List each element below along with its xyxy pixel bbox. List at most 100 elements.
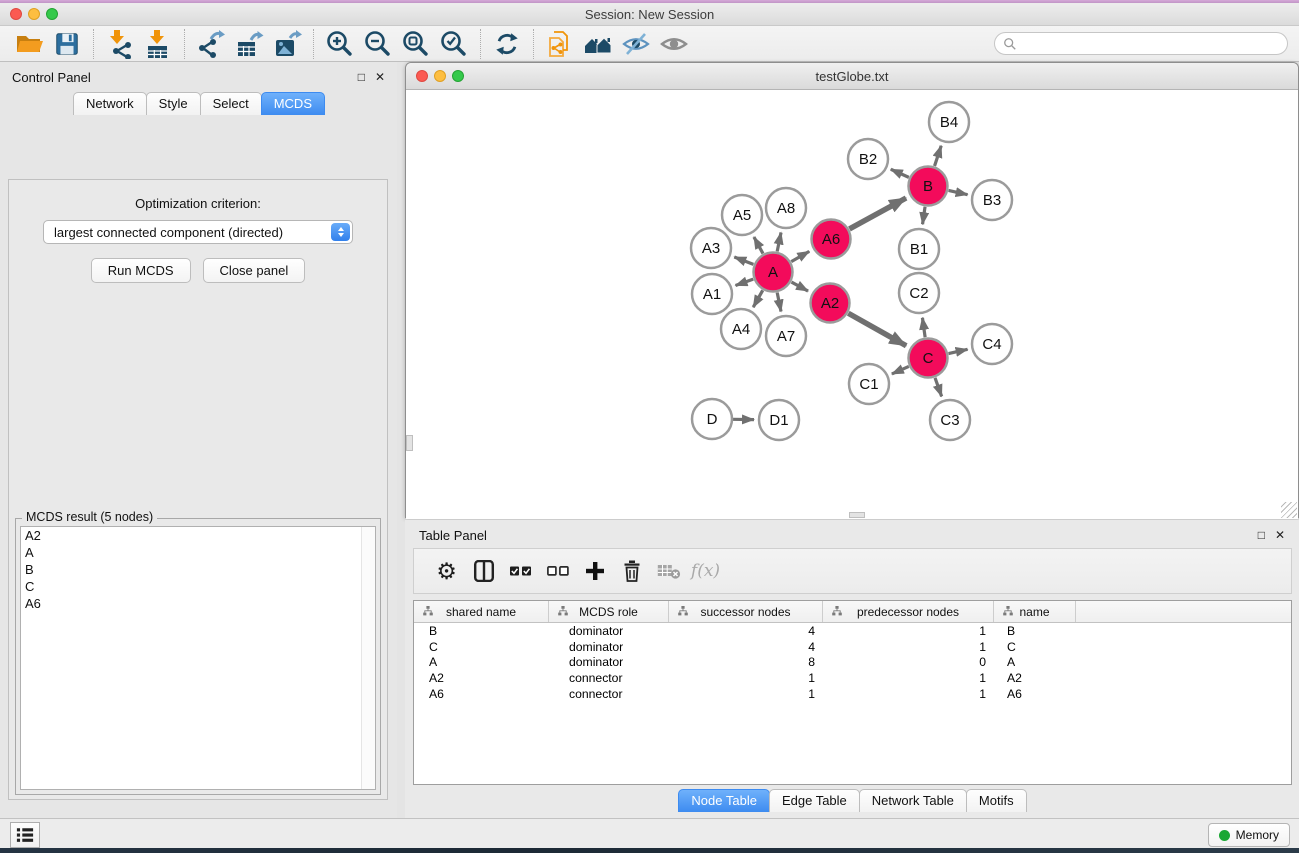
zoom-out-button[interactable] (359, 28, 397, 60)
edge-A-A8[interactable] (777, 232, 781, 251)
first-neighbors-button[interactable] (579, 28, 617, 60)
float-table-panel-icon[interactable]: □ (1258, 529, 1265, 541)
close-table-panel-icon[interactable]: ✕ (1275, 529, 1285, 541)
save-session-button[interactable] (48, 28, 86, 60)
edge-C-C1[interactable] (892, 366, 909, 373)
criterion-dropdown[interactable]: largest connected component (directed) (43, 220, 353, 244)
zoom-in-button[interactable] (321, 28, 359, 60)
close-panel-button[interactable]: Close panel (203, 258, 306, 283)
node-C[interactable]: C (909, 339, 948, 378)
deselect-all-button[interactable] (539, 553, 576, 589)
delete-table-button[interactable] (650, 553, 687, 589)
column-header-successor-nodes[interactable]: successor nodes (669, 601, 823, 622)
tab-motifs[interactable]: Motifs (966, 789, 1027, 812)
open-session-button[interactable] (10, 28, 48, 60)
mcds-result-list[interactable]: A2ABCA6 (20, 526, 376, 790)
resize-grip[interactable] (1281, 502, 1297, 518)
hide-selected-button[interactable] (617, 28, 655, 60)
export-image-button[interactable] (268, 28, 306, 60)
edge-A-A7[interactable] (777, 293, 781, 312)
tab-network[interactable]: Network (73, 92, 147, 115)
node-A5[interactable]: A5 (722, 195, 762, 235)
import-network-button[interactable] (101, 28, 139, 60)
edge-A-A2[interactable] (791, 282, 808, 291)
mcds-result-item[interactable]: A6 (21, 595, 375, 612)
tab-mcds[interactable]: MCDS (261, 92, 325, 115)
edge-A-A6[interactable] (791, 251, 809, 261)
node-A1[interactable]: A1 (692, 274, 732, 314)
table-row-B[interactable]: Bdominator41B (414, 623, 1291, 639)
new-network-from-selection-button[interactable] (541, 28, 579, 60)
edge-C-C3[interactable] (935, 378, 942, 397)
zoom-selected-button[interactable] (435, 28, 473, 60)
tab-node-table[interactable]: Node Table (678, 789, 770, 812)
edge-A-A5[interactable] (754, 237, 763, 254)
show-all-button[interactable] (655, 28, 693, 60)
column-header-predecessor-nodes[interactable]: predecessor nodes (823, 601, 994, 622)
node-B1[interactable]: B1 (899, 229, 939, 269)
node-D1[interactable]: D1 (759, 400, 799, 440)
node-A3[interactable]: A3 (691, 228, 731, 268)
node-A2[interactable]: A2 (811, 284, 850, 323)
run-mcds-button[interactable]: Run MCDS (91, 258, 191, 283)
table-row-A6[interactable]: A6connector11A6 (414, 686, 1291, 702)
edge-C-C4[interactable] (949, 349, 968, 353)
node-A8[interactable]: A8 (766, 188, 806, 228)
edge-B-B4[interactable] (935, 146, 942, 166)
tab-select[interactable]: Select (200, 92, 262, 115)
select-all-button[interactable] (502, 553, 539, 589)
zoom-fit-button[interactable] (397, 28, 435, 60)
node-C1[interactable]: C1 (849, 364, 889, 404)
horizontal-scroll-thumb[interactable] (849, 512, 865, 518)
node-C3[interactable]: C3 (930, 400, 970, 440)
edge-A-A4[interactable] (753, 290, 762, 307)
vertical-scroll-thumb[interactable] (406, 435, 413, 451)
result-scrollbar[interactable] (361, 527, 375, 789)
node-B3[interactable]: B3 (972, 180, 1012, 220)
show-column-button[interactable] (465, 553, 502, 589)
node-D[interactable]: D (692, 399, 732, 439)
tab-style[interactable]: Style (146, 92, 201, 115)
tab-network-table[interactable]: Network Table (859, 789, 967, 812)
node-A[interactable]: A (754, 253, 793, 292)
edge-A-A3[interactable] (734, 257, 753, 264)
table-settings-button[interactable]: ⚙ (428, 553, 465, 589)
edge-C-C2[interactable] (922, 318, 925, 337)
add-column-button[interactable] (576, 553, 613, 589)
memory-button[interactable]: Memory (1208, 823, 1290, 847)
export-table-button[interactable] (230, 28, 268, 60)
node-A4[interactable]: A4 (721, 309, 761, 349)
column-header-shared-name[interactable]: shared name (414, 601, 549, 622)
toolbar-search-field[interactable] (994, 32, 1288, 55)
mcds-result-item[interactable]: C (21, 578, 375, 595)
edge-B-B2[interactable] (891, 169, 909, 177)
task-history-button[interactable] (10, 822, 40, 848)
network-canvas[interactable]: B4B2BB3A8A5A6A3B1AA1C2A2A4A7C4CC1C3DD1 (406, 90, 1298, 519)
import-table-button[interactable] (139, 28, 177, 60)
export-network-button[interactable] (192, 28, 230, 60)
mcds-result-item[interactable]: B (21, 561, 375, 578)
mcds-result-item[interactable]: A2 (21, 527, 375, 544)
table-row-A2[interactable]: A2connector11A2 (414, 670, 1291, 686)
edge-A2-C[interactable] (848, 313, 906, 345)
node-B[interactable]: B (909, 167, 948, 206)
node-B2[interactable]: B2 (848, 139, 888, 179)
edge-B-B1[interactable] (923, 207, 925, 224)
close-panel-icon[interactable]: ✕ (375, 71, 385, 83)
refresh-button[interactable] (488, 28, 526, 60)
node-C2[interactable]: C2 (899, 273, 939, 313)
search-input[interactable] (1022, 36, 1287, 52)
node-A7[interactable]: A7 (766, 316, 806, 356)
column-header-MCDS-role[interactable]: MCDS role (549, 601, 669, 622)
node-C4[interactable]: C4 (972, 324, 1012, 364)
mcds-result-item[interactable]: A (21, 544, 375, 561)
tab-edge-table[interactable]: Edge Table (769, 789, 860, 812)
float-panel-icon[interactable]: □ (358, 71, 365, 83)
edge-B-B3[interactable] (949, 190, 968, 194)
node-A6[interactable]: A6 (812, 220, 851, 259)
function-builder-button[interactable]: f(x) (687, 553, 724, 589)
column-header-name[interactable]: name (994, 601, 1076, 622)
table-row-A[interactable]: Adominator80A (414, 655, 1291, 671)
edge-A-A1[interactable] (736, 279, 754, 285)
delete-column-button[interactable] (613, 553, 650, 589)
